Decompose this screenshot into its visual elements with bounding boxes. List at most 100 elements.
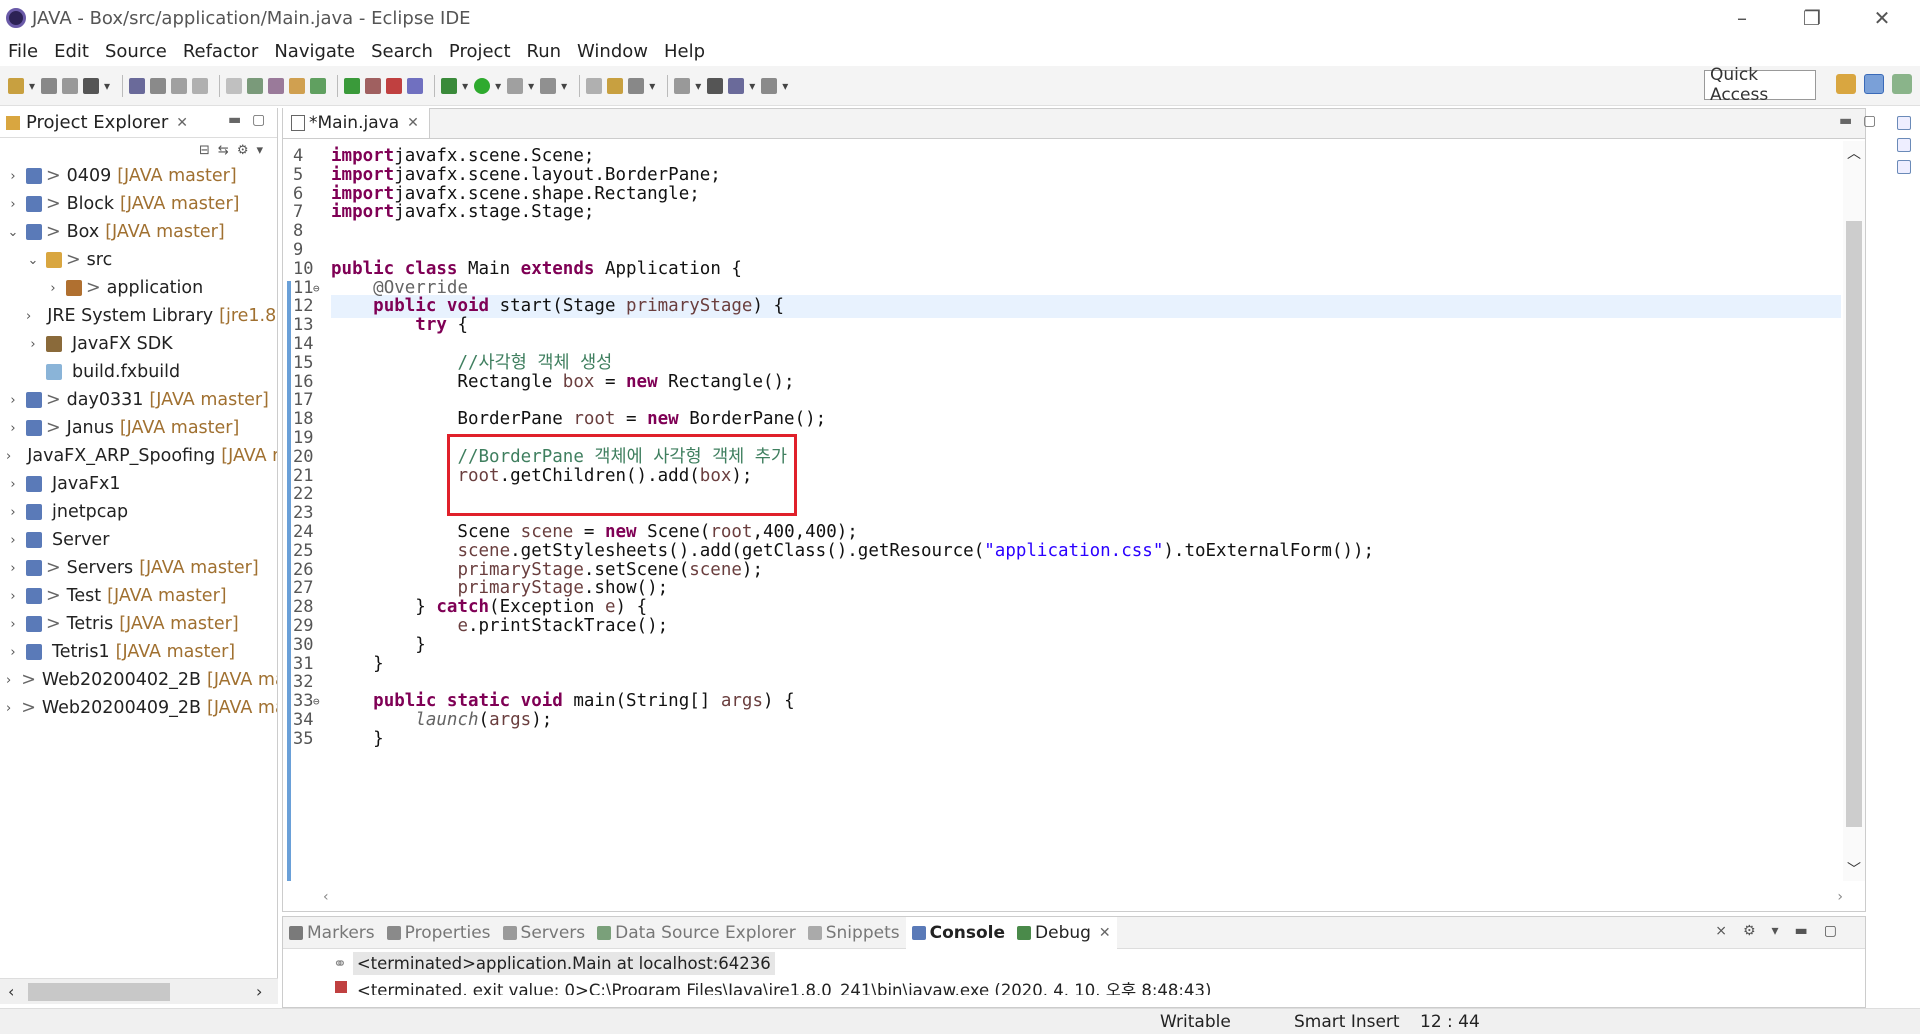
- expand-icon[interactable]: ›: [46, 281, 60, 296]
- open-task-icon[interactable]: [607, 77, 624, 94]
- use-step-filters-icon[interactable]: [344, 77, 361, 94]
- scroll-right-icon[interactable]: ›: [1837, 889, 1843, 905]
- tree-item[interactable]: › Tetris1 [JAVA master]: [0, 638, 277, 666]
- debug-menu-icon[interactable]: ⚙: [1743, 923, 1756, 939]
- skip-icon[interactable]: [150, 77, 167, 94]
- save-all-icon[interactable]: [62, 77, 79, 94]
- close-icon[interactable]: ✕: [176, 115, 188, 131]
- menu-edit[interactable]: Edit: [54, 41, 89, 62]
- profile-dropdown-icon[interactable]: ▾: [104, 79, 110, 93]
- tree-item[interactable]: › > Servers [JAVA master]: [0, 554, 277, 582]
- back-icon[interactable]: [728, 77, 745, 94]
- tree-item[interactable]: › > application: [0, 274, 277, 302]
- run-dropdown-icon[interactable]: ▾: [495, 79, 501, 93]
- tree-item[interactable]: › >0409 [JAVA master]: [0, 162, 277, 190]
- tree-item[interactable]: › > Janus [JAVA master]: [0, 414, 277, 442]
- code-area[interactable]: 4 importjavafx.scene.Scene; 5 importjavafx.…: [283, 141, 1843, 881]
- scroll-right-icon[interactable]: ›: [256, 982, 262, 1001]
- view-menu-icon[interactable]: ▾: [256, 143, 263, 158]
- tree-item[interactable]: › JRE System Library[jre1.8.0_241]: [0, 302, 277, 330]
- tab-debug[interactable]: Debug ✕: [1011, 916, 1117, 949]
- remove-launches-icon[interactable]: ⨯: [1715, 923, 1727, 939]
- outline-icon[interactable]: [1897, 116, 1911, 130]
- tab-markers[interactable]: Markers: [283, 917, 381, 949]
- menu-project[interactable]: Project: [449, 41, 511, 62]
- link-editor-icon[interactable]: ⇆: [218, 143, 229, 158]
- annotation-prev-icon[interactable]: [707, 77, 724, 94]
- tree-item[interactable]: › JavaFx1: [0, 470, 277, 498]
- expand-icon[interactable]: ⌄: [26, 253, 40, 268]
- new-dropdown-icon[interactable]: ▾: [29, 79, 35, 93]
- expand-icon[interactable]: ›: [26, 337, 40, 352]
- tree-item[interactable]: ⌄ > src: [0, 246, 277, 274]
- debug-perspective-icon[interactable]: [1892, 74, 1912, 94]
- view-menu-icon[interactable]: ▾: [1772, 923, 1779, 939]
- expand-icon[interactable]: ›: [26, 309, 31, 324]
- expand-icon[interactable]: ›: [6, 533, 20, 548]
- tree-item[interactable]: build.fxbuild: [0, 358, 277, 386]
- new-package-icon[interactable]: [386, 77, 403, 94]
- restore-button[interactable]: ❐: [1782, 0, 1842, 36]
- expand-icon[interactable]: ›: [6, 617, 20, 632]
- new-java-project-icon[interactable]: [365, 77, 382, 94]
- menu-navigate[interactable]: Navigate: [274, 41, 355, 62]
- menu-refactor[interactable]: Refactor: [183, 41, 259, 62]
- scroll-thumb[interactable]: [1846, 221, 1862, 827]
- expand-icon[interactable]: ›: [6, 673, 11, 688]
- expand-icon[interactable]: ›: [6, 477, 20, 492]
- external-tools-dropdown-icon[interactable]: ▾: [561, 79, 567, 93]
- menu-run[interactable]: Run: [527, 41, 562, 62]
- vertical-scrollbar[interactable]: ︿ ﹀: [1843, 141, 1865, 881]
- scroll-up-icon[interactable]: ︿: [1847, 143, 1861, 163]
- coverage-dropdown-icon[interactable]: ▾: [528, 79, 534, 93]
- disconnect-icon[interactable]: [226, 77, 243, 94]
- close-icon[interactable]: ✕: [407, 115, 419, 131]
- tab-console[interactable]: Console: [905, 916, 1012, 949]
- tree-item[interactable]: › JavaFX SDK: [0, 330, 277, 358]
- debug-process-row[interactable]: <terminated, exit value: 0>C:\Program Fi…: [283, 977, 1865, 995]
- step-over-icon[interactable]: [268, 77, 285, 94]
- debug-icon[interactable]: [441, 77, 458, 94]
- tree-item[interactable]: › > day0331 [JAVA master]: [0, 386, 277, 414]
- forward-icon[interactable]: [761, 77, 778, 94]
- coverage-icon[interactable]: [507, 77, 524, 94]
- annotation-next-dropdown-icon[interactable]: ▾: [695, 79, 701, 93]
- expand-icon[interactable]: ›: [6, 701, 11, 716]
- quick-access-field[interactable]: Quick Access: [1704, 65, 1816, 105]
- debug-launch-row[interactable]: ⚭ <terminated>application.Main at localh…: [283, 949, 1865, 977]
- maximize-view-icon[interactable]: ▢: [252, 112, 265, 128]
- scroll-thumb[interactable]: [28, 983, 170, 1001]
- tree-item[interactable]: › > Test [JAVA master]: [0, 582, 277, 610]
- filter-icon[interactable]: ⚙: [237, 143, 249, 158]
- stop-icon[interactable]: [192, 77, 209, 94]
- external-tools-icon[interactable]: [540, 77, 557, 94]
- collapse-all-icon[interactable]: ⊟: [199, 143, 210, 158]
- tree-item[interactable]: › JavaFX_ARP_Spoofing[JAVA master]: [0, 442, 277, 470]
- horizontal-scrollbar[interactable]: ‹ ›: [0, 978, 278, 1004]
- expand-icon[interactable]: ›: [6, 561, 20, 576]
- annotation-next-icon[interactable]: [674, 77, 691, 94]
- step-return-icon[interactable]: [289, 77, 306, 94]
- tree-item[interactable]: › Server: [0, 526, 277, 554]
- expand-icon[interactable]: ⌄: [6, 225, 20, 240]
- minimize-editor-icon[interactable]: ▬: [1839, 113, 1852, 129]
- tab-servers[interactable]: Servers: [497, 917, 592, 949]
- expand-icon[interactable]: ›: [6, 393, 20, 408]
- open-type-icon[interactable]: [586, 77, 603, 94]
- minimize-view-icon[interactable]: ▬: [228, 112, 241, 128]
- open-perspective-icon[interactable]: [1836, 74, 1856, 94]
- new-class-icon[interactable]: [407, 77, 424, 94]
- tab-main-java[interactable]: *Main.java ✕: [283, 108, 430, 138]
- minimize-button[interactable]: –: [1712, 0, 1772, 36]
- expand-icon[interactable]: ›: [6, 169, 20, 184]
- debug-dropdown-icon[interactable]: ▾: [462, 79, 468, 93]
- maximize-view-icon[interactable]: ▢: [1824, 923, 1837, 939]
- scroll-left-icon[interactable]: ‹: [323, 889, 329, 905]
- tree-item[interactable]: › > Block [JAVA master]: [0, 190, 277, 218]
- tab-snippets[interactable]: Snippets: [802, 917, 906, 949]
- tree-item[interactable]: ⌄ > Box [JAVA master]: [0, 218, 277, 246]
- save-icon[interactable]: [41, 77, 58, 94]
- maximize-editor-icon[interactable]: ▢: [1863, 113, 1876, 129]
- pin-icon[interactable]: [129, 77, 146, 94]
- profile-icon[interactable]: [83, 77, 100, 94]
